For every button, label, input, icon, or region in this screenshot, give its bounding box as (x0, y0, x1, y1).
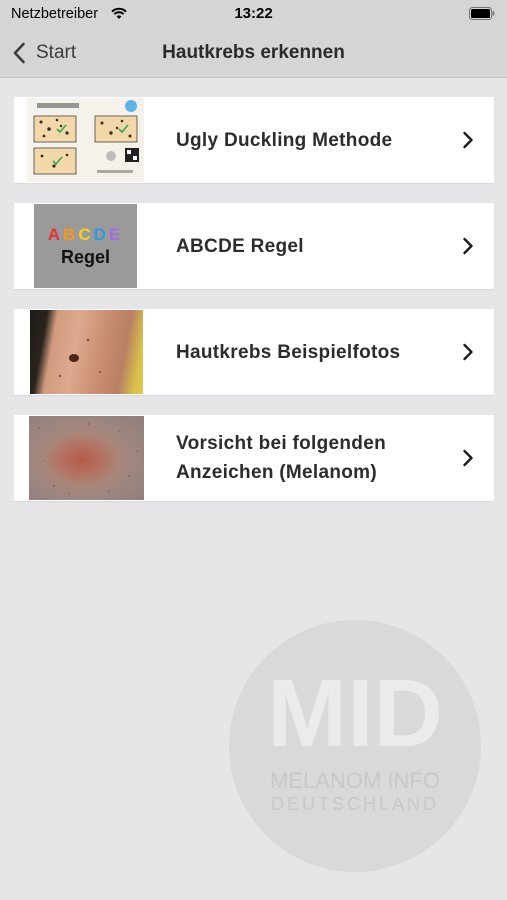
topic-list: Ugly Duckling Methode ABCDE Regel ABCDE … (14, 97, 494, 521)
skin-photo-thumbnail (30, 310, 143, 394)
mid-logo-watermark: MID MELANOM INFO DEUTSCHLAND (229, 620, 481, 872)
chevron-right-icon (463, 237, 473, 255)
list-item-melanoma-signs[interactable]: Vorsicht bei folgenden Anzeichen (Melano… (14, 415, 494, 501)
navigation-bar: Start Hautkrebs erkennen (0, 28, 507, 78)
status-bar: Netzbetreiber 13:22 (0, 0, 507, 28)
list-item-abcde[interactable]: ABCDE Regel ABCDE Regel (14, 203, 494, 289)
item-label: Hautkrebs Beispielfotos (176, 341, 401, 363)
abcde-thumbnail: ABCDE Regel (34, 204, 137, 288)
chevron-right-icon (463, 449, 473, 467)
item-label: Vorsicht bei folgenden Anzeichen (Melano… (176, 433, 386, 483)
abcde-letters: ABCDE (47, 224, 124, 244)
chevron-right-icon (463, 343, 473, 361)
list-item-example-photos[interactable]: Hautkrebs Beispielfotos (14, 309, 494, 395)
chevron-right-icon (463, 131, 473, 149)
ugly-duckling-thumbnail (27, 98, 144, 182)
status-time: 13:22 (234, 5, 273, 22)
item-label: ABCDE Regel (176, 235, 304, 257)
item-label: Ugly Duckling Methode (176, 129, 393, 151)
watermark-line1: MELANOM INFO (270, 768, 440, 793)
watermark-logo: MID (267, 660, 443, 767)
battery-icon (469, 7, 495, 20)
page-title: Hautkrebs erkennen (162, 42, 345, 63)
list-item-ugly-duckling[interactable]: Ugly Duckling Methode (14, 97, 494, 183)
watermark-line2: DEUTSCHLAND (271, 794, 439, 814)
melanoma-thumbnail (29, 416, 144, 500)
abcde-word: Regel (60, 246, 111, 267)
